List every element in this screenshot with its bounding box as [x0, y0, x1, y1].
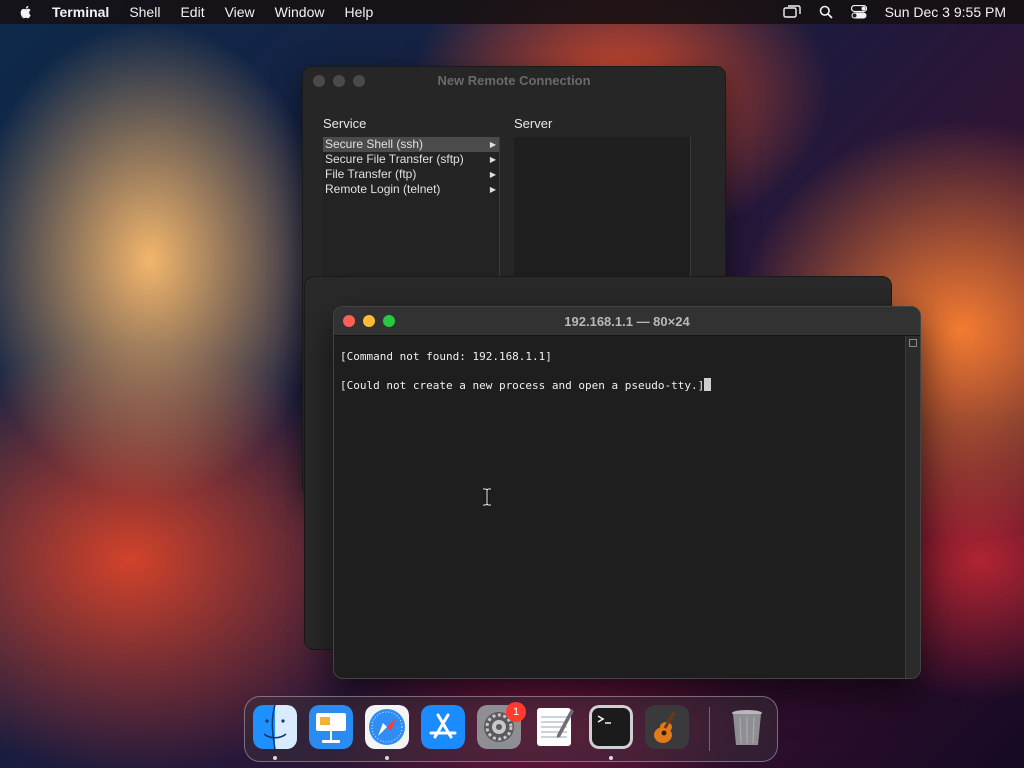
safari-icon[interactable]	[365, 705, 409, 749]
remote-window-titlebar[interactable]: New Remote Connection	[303, 67, 725, 95]
trash-icon[interactable]	[725, 705, 769, 749]
finder-running-indicator	[273, 756, 277, 760]
menu-shell[interactable]: Shell	[129, 4, 160, 20]
app-store-icon[interactable]	[421, 705, 465, 749]
ibeam-cursor-icon	[483, 488, 491, 506]
terminal-line-last: [Could not create a new process and open…	[340, 378, 900, 392]
menu-app-terminal[interactable]: Terminal	[52, 4, 109, 20]
menu-help[interactable]: Help	[344, 4, 373, 20]
terminal-scrollbar[interactable]	[905, 336, 920, 678]
finder-icon[interactable]	[253, 705, 297, 749]
screen-mirroring-icon[interactable]	[782, 5, 801, 19]
service-item-label: Secure File Transfer (sftp)	[325, 152, 464, 166]
notification-badge: 1	[506, 702, 526, 722]
spotlight-search-icon[interactable]	[819, 5, 833, 19]
service-item-telnet[interactable]: Remote Login (telnet) ▶	[323, 182, 499, 197]
control-center-icon[interactable]	[850, 5, 867, 19]
terminal-line: [Command not found: 192.168.1.1]	[340, 350, 552, 363]
menu-bar: Terminal Shell Edit View Window Help Sun…	[0, 0, 1024, 24]
menu-edit[interactable]: Edit	[180, 4, 204, 20]
terminal-titlebar[interactable]: 192.168.1.1 — 80×24	[334, 307, 920, 336]
chevron-right-icon: ▶	[489, 140, 496, 149]
terminal-running-indicator	[609, 756, 613, 760]
service-item-label: Secure Shell (ssh)	[325, 137, 424, 151]
server-header: Server	[514, 116, 553, 131]
menu-view[interactable]: View	[225, 4, 255, 20]
garageband-icon[interactable]	[645, 705, 689, 749]
chevron-right-icon: ▶	[489, 170, 496, 179]
terminal-window[interactable]: 192.168.1.1 — 80×24 [Command not found: …	[333, 306, 921, 679]
menu-window[interactable]: Window	[275, 4, 325, 20]
service-item-ssh[interactable]: Secure Shell (ssh) ▶	[323, 137, 499, 152]
chevron-right-icon: ▶	[489, 185, 496, 194]
terminal-title: 192.168.1.1 — 80×24	[564, 314, 690, 329]
service-item-label: Remote Login (telnet)	[325, 182, 441, 196]
terminal-line: [Could not create a new process and open…	[340, 379, 705, 392]
textedit-icon[interactable]	[533, 705, 577, 749]
service-item-label: File Transfer (ftp)	[325, 167, 417, 181]
terminal-icon[interactable]	[589, 705, 633, 749]
apple-logo-icon[interactable]	[18, 4, 34, 20]
service-item-ftp[interactable]: File Transfer (ftp) ▶	[323, 167, 499, 182]
menubar-clock[interactable]: Sun Dec 3 9:55 PM	[885, 4, 1006, 20]
dock-separator	[709, 707, 710, 751]
terminal-output[interactable]: [Command not found: 192.168.1.1] [Could …	[334, 336, 906, 678]
chevron-right-icon: ▶	[489, 155, 496, 164]
remote-window-title: New Remote Connection	[437, 73, 591, 88]
text-cursor	[704, 378, 712, 391]
service-header: Service	[323, 116, 367, 131]
split-pane-icon[interactable]	[909, 339, 917, 347]
service-item-sftp[interactable]: Secure File Transfer (sftp) ▶	[323, 152, 499, 167]
safari-running-indicator	[385, 756, 389, 760]
keynote-icon[interactable]	[309, 705, 353, 749]
